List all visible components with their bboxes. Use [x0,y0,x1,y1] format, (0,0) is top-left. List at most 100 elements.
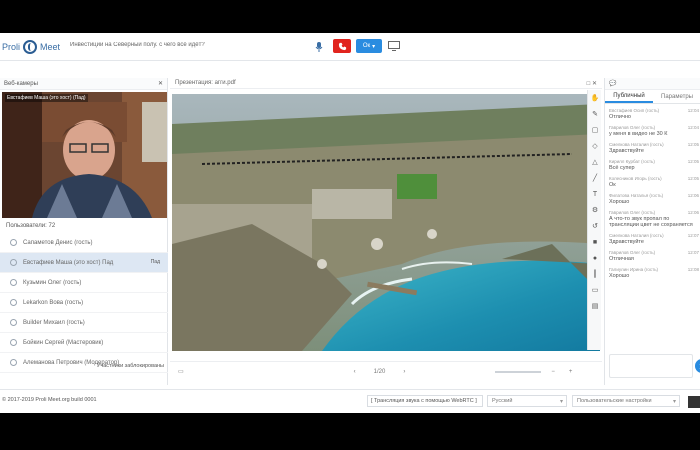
message-time: 12:08 [687,267,699,272]
user-icon [10,359,17,366]
triangle-icon[interactable]: △ [588,154,602,170]
message-author: Колесников Игорь (гость) [609,176,662,181]
chat-input[interactable] [609,354,693,378]
hand-icon[interactable]: ✋ [588,90,602,106]
line-width-icon[interactable]: ┃ [588,266,602,282]
participant-name: Lekarkon Вова (гость) [23,299,84,306]
message-time: 12:07 [687,233,699,238]
line-icon[interactable]: ╱ [588,170,602,186]
diamond-icon[interactable]: ◇ [588,138,602,154]
message-text: Хорошо [609,273,630,279]
undo-icon[interactable]: ↺ [588,218,602,234]
message-time: 12:05 [687,176,699,181]
participants-list: Сапаметов Денис (гость) Евстафиев Маша (… [0,233,168,373]
chat-message: Смелкова Наталия (гость) 12:05 Здравствуй… [609,142,699,154]
prev-slide-icon[interactable]: ‹ [354,369,356,375]
copyright-text: © 2017-2019 Proli Meet.org build 0001 [2,397,97,403]
tab-public[interactable]: Публичный [605,91,653,103]
quality-select[interactable]: Пользовательские настройки ▾ [572,395,680,407]
message-author: Кирилл Курбат (гость) [609,159,655,164]
tab-params[interactable]: Параметры [653,91,700,103]
message-time: 12:05 [687,159,699,164]
pencil-icon[interactable]: ✎ [588,106,602,122]
participant-row[interactable]: Евстафиев Маша (это хост) Пад Пад [0,253,168,273]
webcam-video[interactable]: Евстафиев Маша (это хост) (Пад) [2,92,167,218]
eraser-icon[interactable]: ▭ [588,282,602,298]
microphone-icon[interactable] [314,41,324,53]
chat-message: Колесников Игорь (гость) 12:05 Ок [609,176,699,188]
participant-name: Бойкин Сергей (Мастеровик) [23,339,104,346]
meeting-title: Инвестиции на Северный полу. с чего всё … [70,42,205,48]
send-button[interactable]: ➤ [695,359,700,373]
user-icon [10,319,17,326]
message-author: Смелкова Наталия (гость) [609,142,664,147]
presentation-area: Презентация: агги.pdf □ ✕ ▭ ‹ 1/20 › − + [170,78,602,385]
settings-corner-icon[interactable] [688,396,700,408]
logo-text-left: Proli [2,42,21,52]
message-time: 12:05 [687,142,699,147]
message-author: Евстафиев Осип (гость) [609,108,660,113]
window-controls-icon[interactable]: □ ✕ [587,80,597,87]
chat-tabs: Публичный Параметры [605,91,700,104]
fit-screen-icon[interactable]: ▭ [178,368,184,375]
chat-message: Кирилл Курбат (гость) 12:05 Всё супер [609,159,699,171]
presentation-footer: ▭ ‹ 1/20 › − + [170,361,602,381]
message-text: Всё супер [609,165,635,171]
message-author: Филатова Наталья (гость) [609,193,664,198]
presentation-header: Презентация: агги.pdf □ ✕ [170,78,602,89]
message-author: Галиулин Ирина (гость) [609,267,659,272]
language-select[interactable]: Русский ▾ [487,395,567,407]
clear-icon[interactable]: ▤ [588,298,602,314]
message-time: 12:04 [687,108,699,113]
chat-message: Евстафиев Осип (гость) 12:04 Отлично [609,108,699,120]
drawing-toolbar: ✋ ✎ ▢ ◇ △ ╱ T ⚙ ↺ ■ ● ┃ ▭ ▤ [587,90,601,350]
message-text: Здравствуйте [609,239,644,245]
user-icon [10,279,17,286]
phone-icon [338,42,346,50]
chat-header: 💬 [605,78,700,90]
settings-icon[interactable]: ⚙ [588,202,602,218]
user-icon [10,339,17,346]
chat-message: Филатова Наталья (гость) 12:06 Хорошо [609,193,699,205]
participant-name: Сапаметов Денис (гость) [23,239,93,246]
message-author: Смелкова Наталия (гость) [609,233,664,238]
participant-row[interactable]: Lekarkon Вова (гость) [0,293,168,313]
status-button[interactable]: Ок ▾ [356,39,382,53]
hang-up-button[interactable] [333,39,351,53]
brush-size-icon[interactable]: ● [588,250,602,266]
participant-tag: Пад [150,259,160,265]
close-icon[interactable]: ✕ [158,80,163,87]
status-bar: © 2017-2019 Proli Meet.org build 0001 [ … [0,389,700,413]
message-time: 12:04 [687,125,699,130]
participant-row[interactable]: Builder Михаил (гость) [0,313,168,333]
rectangle-icon[interactable]: ▢ [588,122,602,138]
page-indicator[interactable]: 1/20 [374,369,386,375]
color-picker-icon[interactable]: ■ [588,234,602,250]
message-author: Гаврилов Олег (гость) [609,210,656,215]
presentation-slide[interactable] [172,94,600,351]
screen-share-icon[interactable] [388,41,400,51]
participant-row[interactable]: Сапаметов Денис (гость) [0,233,168,253]
slide-image [172,94,600,351]
participant-row[interactable]: Кузьмин Олег (гость) [0,273,168,293]
zoom-in-icon[interactable]: + [569,369,573,375]
left-panel: Веб-камеры ✕ Евстафиев Маша (это хост) (… [0,78,168,385]
message-time: 12:06 [687,210,699,215]
zoom-out-icon[interactable]: − [551,369,555,375]
participant-name: Евстафиев Маша (это хост) Пад [23,259,114,266]
zoom-slider[interactable] [495,370,542,373]
chat-message: Гаврилов Олег (гость) 12:07 Отличная [609,250,699,262]
chat-panel: 💬 Публичный Параметры Евстафиев Осип (го… [604,78,700,385]
user-icon [10,239,17,246]
audio-mode-box[interactable]: [ Трансляция звука с помощью WebRTC ] [367,395,483,407]
participant-row[interactable]: Бойкин Сергей (Мастеровик) [0,333,168,353]
presentation-title: Презентация: агги.pdf [175,80,236,86]
text-icon[interactable]: T [588,186,602,202]
participants-lock-button[interactable]: Участники заблокированы [88,363,164,375]
message-time: 12:07 [687,250,699,255]
language-value: Русский [492,398,513,404]
webcams-title: Веб-камеры [4,80,38,87]
top-bar: Proli Meet Инвестиции на Северный полу. … [0,33,700,61]
next-slide-icon[interactable]: › [403,369,405,375]
chat-title-icon: 💬 [609,81,617,87]
